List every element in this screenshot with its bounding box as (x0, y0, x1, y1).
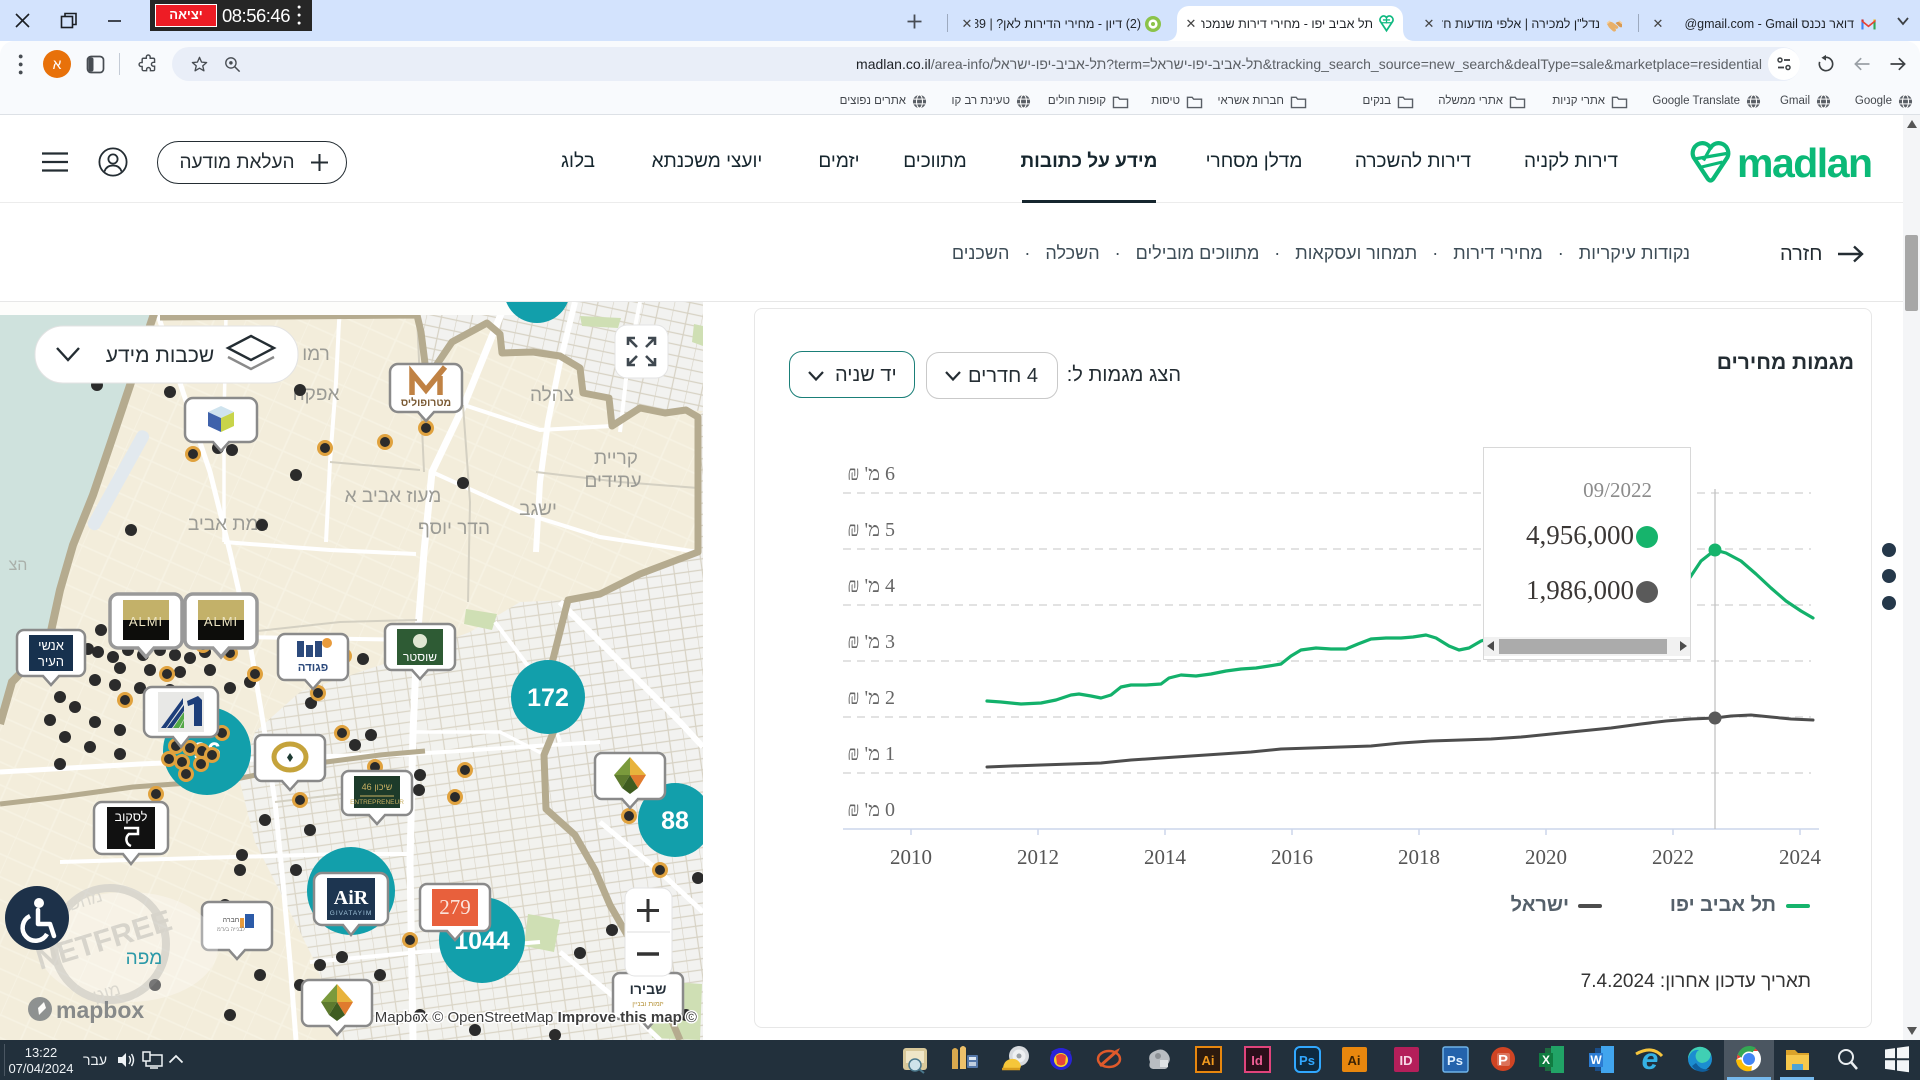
svg-text:GIVATAYIM: GIVATAYIM (330, 910, 372, 917)
svg-text:Ps: Ps (1299, 1053, 1315, 1068)
svg-text:שבירו: שבירו (630, 981, 667, 997)
svg-text:רמו: רמו (302, 344, 330, 365)
svg-text:העיר: העיר (38, 654, 64, 669)
svg-text:ENTREPRENEUR: ENTREPRENEUR (350, 799, 404, 806)
svg-text:מטרופוליס: מטרופוליס (401, 397, 451, 409)
svg-text:AiR: AiR (334, 887, 369, 909)
svg-text:ID: ID (1400, 1053, 1413, 1068)
svg-text:Ai: Ai (1202, 1053, 1215, 1068)
svg-text:Id: Id (1251, 1053, 1263, 1068)
svg-text:Ai: Ai (1348, 1053, 1361, 1068)
svg-text:279: 279 (439, 895, 471, 919)
svg-text:יזמות ובניין: יזמות ובניין (632, 1001, 664, 1008)
svg-text:הצ: הצ (9, 557, 28, 574)
svg-text:W: W (1590, 1053, 1602, 1067)
svg-text:ALMI: ALMI (129, 614, 163, 629)
svg-text:ALMI: ALMI (204, 614, 238, 629)
svg-text:עתידים: עתידים (584, 471, 641, 492)
svg-text:Mapbox © OpenStreetMap Improve: Mapbox © OpenStreetMap Improve this map … (375, 1009, 697, 1026)
svg-text:172: 172 (527, 684, 569, 712)
svg-text:שכבות מידע: שכבות מידע (106, 344, 214, 367)
svg-text:שוסטר: שוסטר (403, 650, 437, 664)
svg-text:46 שיכון: 46 שיכון (362, 782, 393, 792)
svg-text:88: 88 (661, 807, 689, 835)
svg-text:אנשי: אנשי (38, 638, 64, 653)
svg-text:מעוז אביב א: מעוז אביב א (345, 486, 442, 507)
svg-text:P: P (1498, 1052, 1508, 1069)
svg-text:קריית: קריית (594, 448, 638, 469)
svg-text:צהלה: צהלה (530, 385, 574, 406)
svg-text:ישגב: ישגב (519, 499, 557, 520)
svg-text:הדר יוסף: הדר יוסף (418, 518, 490, 539)
svg-text:מפה: מפה (126, 948, 163, 969)
svg-text:X: X (1542, 1053, 1550, 1067)
svg-text:e: e (1642, 1043, 1659, 1076)
svg-text:לסקוב: לסקוב (115, 810, 148, 824)
svg-text:פגודה: פגודה (298, 662, 329, 674)
svg-text:Ps: Ps (1447, 1053, 1463, 1068)
svg-text:לבנייה בע"מ: לבנייה בע"מ (217, 926, 245, 933)
svg-text:חברה: חברה (223, 917, 240, 924)
svg-text:mapbox: mapbox (56, 997, 144, 1023)
